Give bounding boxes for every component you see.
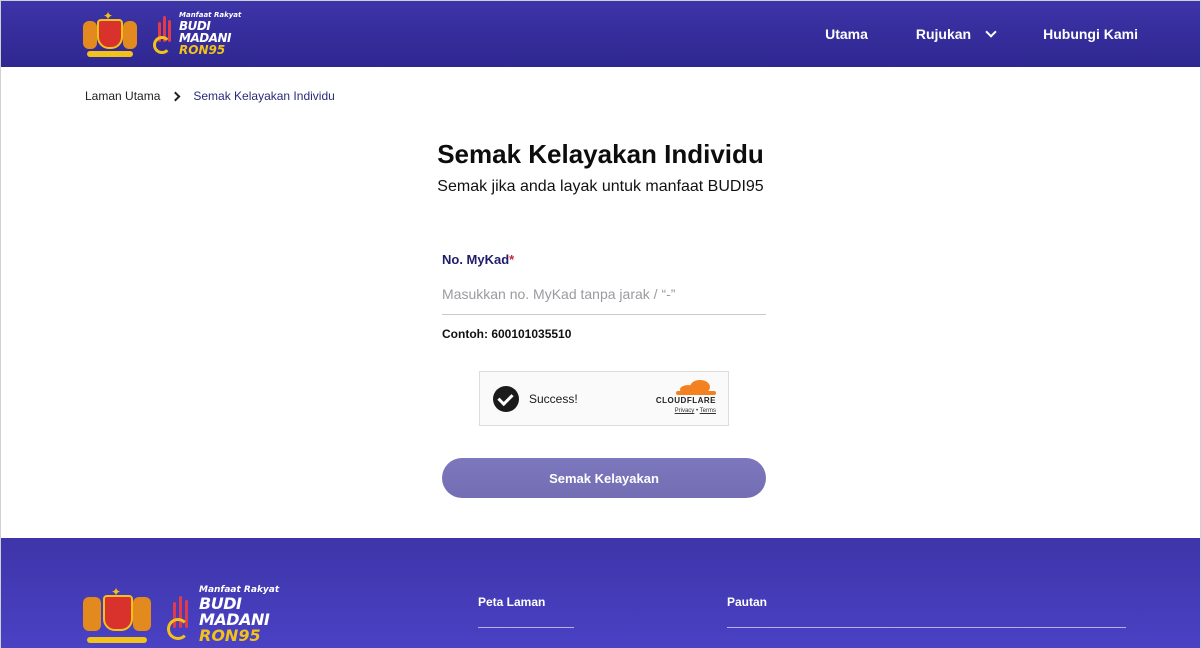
terms-link[interactable]: Terms [700,408,716,414]
cloudflare-cloud-icon [676,380,716,395]
semak-kelayakan-button[interactable]: Semak Kelayakan [442,458,766,498]
footer-logo-ron95: RON95 [199,626,261,645]
chevron-down-icon [985,26,997,38]
footer-hand-moon-icon [167,590,195,640]
logo-ron95: RON95 [179,43,226,57]
brand-logos[interactable]: ✦ Manfaat Rakyat BUDI MADANI RON95 [81,9,241,57]
cloudflare-captcha[interactable]: Success! CLOUDFLARE Privacy • Terms [479,371,729,426]
captcha-status: Success! [529,391,578,406]
privacy-link[interactable]: Privacy [675,408,695,414]
nav-utama[interactable]: Utama [825,26,868,42]
budi-madani-logo: Manfaat Rakyat BUDI MADANI RON95 [153,12,241,56]
page-title: Semak Kelayakan Individu [437,139,764,169]
nav-hubungi-kami[interactable]: Hubungi Kami [1043,26,1138,42]
link-separator: • [695,408,699,414]
footer-coat-of-arms-icon: ✦ [81,585,153,643]
mykad-example: Contoh: 600101035510 [442,327,572,341]
check-circle-icon [493,385,519,412]
footer-peta-laman-heading: Peta Laman [478,595,546,609]
footer-peta-laman: Peta Laman [478,595,574,628]
footer-pautan: Pautan [727,595,1126,628]
nav-rujukan-label: Rujukan [915,26,972,42]
cloudflare-branding: CLOUDFLARE Privacy • Terms [656,380,716,414]
footer-budi-madani-logo: Manfaat Rakyat BUDI MADANI RON95 [167,586,279,644]
breadcrumb-home-link[interactable]: Laman Utama [85,89,160,103]
mykad-input[interactable] [442,286,766,315]
hand-moon-icon [153,14,175,54]
nav-rujukan[interactable]: Rujukan [915,26,997,42]
chevron-right-icon [170,91,181,101]
footer: ✦ Manfaat Rakyat BUDI MADANI RON95 Peta … [1,538,1200,648]
footer-divider [727,627,1126,628]
cloudflare-wordmark: CLOUDFLARE [655,396,716,405]
top-header: ✦ Manfaat Rakyat BUDI MADANI RON95 Utama… [1,1,1200,67]
footer-divider [478,627,574,628]
logo-tagline: Manfaat Rakyat [179,11,242,19]
mykad-label-text: No. MyKad [442,252,510,267]
required-mark: * [509,252,515,267]
page-subtitle: Semak jika anda layak untuk manfaat BUDI… [437,178,764,195]
footer-brand-logos[interactable]: ✦ Manfaat Rakyat BUDI MADANI RON95 [81,585,279,644]
footer-pautan-heading: Pautan [727,595,768,609]
main-nav: Utama Rujukan Hubungi Kami [825,1,1138,67]
breadcrumb: Laman Utama Semak Kelayakan Individu [85,89,335,103]
eligibility-form: No. MyKad* Contoh: 600101035510 [442,249,766,341]
mykad-label: No. MyKad* [442,252,514,267]
coat-of-arms-icon: ✦ [81,9,139,57]
breadcrumb-current: Semak Kelayakan Individu [193,89,335,103]
